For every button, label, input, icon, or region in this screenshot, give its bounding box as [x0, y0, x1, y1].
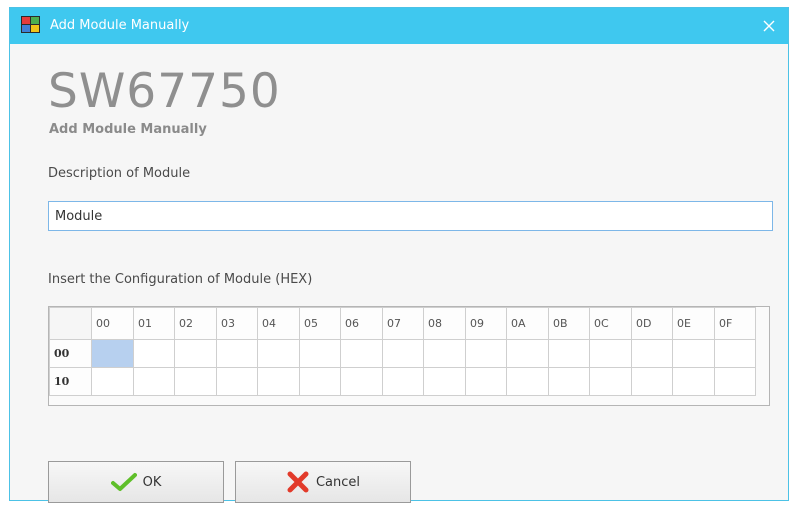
hex-cell[interactable]: [257, 367, 300, 396]
product-title: SW67750: [48, 64, 281, 119]
page-subtitle: Add Module Manually: [49, 122, 207, 137]
table-row: 10: [49, 367, 756, 396]
hex-cell[interactable]: [631, 339, 673, 368]
column-header: 0B: [548, 307, 590, 340]
hex-cell[interactable]: [672, 367, 715, 396]
hex-cell[interactable]: [506, 339, 549, 368]
column-header: 02: [174, 307, 217, 340]
hex-cell[interactable]: [548, 367, 590, 396]
close-button[interactable]: [754, 11, 784, 41]
hex-cell[interactable]: [299, 367, 341, 396]
cross-icon: [287, 471, 309, 493]
hex-cell[interactable]: [340, 339, 383, 368]
hex-cell[interactable]: [714, 339, 756, 368]
column-header: 0F: [714, 307, 756, 340]
hex-cell[interactable]: [174, 367, 217, 396]
hex-cell[interactable]: [91, 367, 134, 396]
hex-cell[interactable]: [133, 367, 175, 396]
hex-cell[interactable]: [465, 339, 507, 368]
column-header: 06: [340, 307, 383, 340]
hex-cell[interactable]: [423, 339, 466, 368]
app-icon: [21, 16, 40, 33]
hex-cell[interactable]: [423, 367, 466, 396]
hex-cell[interactable]: [465, 367, 507, 396]
column-header: 05: [299, 307, 341, 340]
column-header: 08: [423, 307, 466, 340]
column-header: 07: [382, 307, 424, 340]
hex-cell[interactable]: [589, 367, 632, 396]
add-module-dialog: Add Module Manually SW67750 Add Module M…: [9, 7, 789, 503]
hex-table: 00 01 02 03 04 05 06 07 08 09 0A 0B 0C 0…: [49, 307, 756, 396]
close-icon: [763, 20, 775, 32]
column-header: 0A: [506, 307, 549, 340]
hex-cell[interactable]: [340, 367, 383, 396]
ok-button[interactable]: OK: [48, 461, 224, 503]
hex-cell[interactable]: [257, 339, 300, 368]
checkmark-icon: [110, 473, 137, 491]
hex-cell[interactable]: [216, 367, 258, 396]
hex-cell[interactable]: [174, 339, 217, 368]
hex-cell[interactable]: [216, 339, 258, 368]
hex-config-grid: 00 01 02 03 04 05 06 07 08 09 0A 0B 0C 0…: [48, 306, 770, 406]
config-label: Insert the Configuration of Module (HEX): [48, 272, 313, 287]
column-header: 0E: [672, 307, 715, 340]
hex-cell[interactable]: [382, 339, 424, 368]
row-header: 10: [49, 367, 92, 396]
hex-cell[interactable]: [589, 339, 632, 368]
title-bar: Add Module Manually: [10, 8, 788, 44]
column-header: 00: [91, 307, 134, 340]
column-header: 09: [465, 307, 507, 340]
column-header: 0D: [631, 307, 673, 340]
grid-corner: [49, 307, 92, 340]
cancel-label: Cancel: [315, 474, 361, 490]
hex-cell[interactable]: [714, 367, 756, 396]
hex-cell[interactable]: [133, 339, 175, 368]
column-header: 03: [216, 307, 258, 340]
cancel-button[interactable]: Cancel: [235, 461, 411, 503]
window-title: Add Module Manually: [50, 18, 190, 33]
ok-label: OK: [142, 474, 162, 490]
column-header: 0C: [589, 307, 632, 340]
hex-cell[interactable]: [299, 339, 341, 368]
description-label: Description of Module: [48, 166, 191, 181]
hex-cell[interactable]: [672, 339, 715, 368]
row-header: 00: [49, 339, 92, 368]
column-header: 04: [257, 307, 300, 340]
table-row: 00: [49, 339, 756, 368]
hex-cell-selected[interactable]: [91, 339, 134, 368]
description-input[interactable]: [48, 201, 773, 231]
column-header: 01: [133, 307, 175, 340]
hex-cell[interactable]: [548, 339, 590, 368]
hex-cell[interactable]: [631, 367, 673, 396]
hex-cell[interactable]: [506, 367, 549, 396]
hex-cell[interactable]: [382, 367, 424, 396]
